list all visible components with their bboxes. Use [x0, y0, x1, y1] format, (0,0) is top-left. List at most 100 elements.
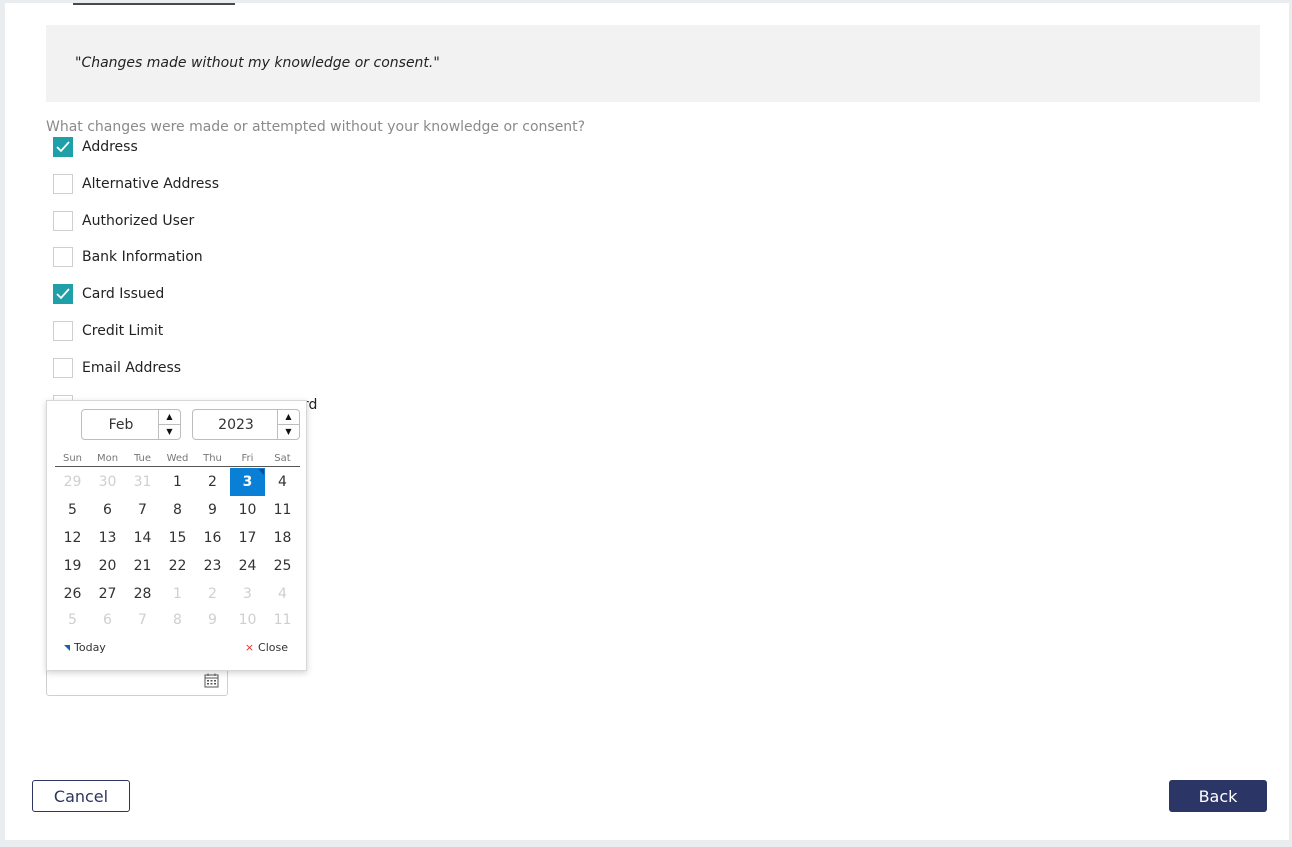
day-cell[interactable]: 4 [265, 580, 300, 608]
day-cell[interactable]: 30 [90, 468, 125, 496]
day-cell[interactable]: 10 [230, 608, 265, 632]
year-down-icon[interactable]: ▼ [278, 425, 299, 440]
day-cell[interactable]: 3 [230, 468, 265, 496]
day-cell[interactable]: 13 [90, 524, 125, 552]
day-cell[interactable]: 4 [265, 468, 300, 496]
week-row: 29 30 31 1 2 3 4 [55, 468, 300, 496]
close-label: Close [258, 641, 288, 654]
close-button[interactable]: × Close [245, 641, 288, 654]
day-cell[interactable]: 20 [90, 552, 125, 580]
day-cell[interactable]: 7 [125, 496, 160, 524]
day-cell[interactable]: 26 [55, 580, 90, 608]
day-cell[interactable]: 10 [230, 496, 265, 524]
calendar-icon[interactable] [204, 673, 219, 692]
day-cell[interactable]: 24 [230, 552, 265, 580]
day-cell[interactable]: 8 [160, 496, 195, 524]
checkbox[interactable] [53, 284, 73, 304]
year-spinner[interactable]: 2023 ▲ ▼ [192, 409, 300, 440]
checkbox[interactable] [53, 137, 73, 157]
checkbox[interactable] [53, 174, 73, 194]
day-cell[interactable]: 14 [125, 524, 160, 552]
day-cell[interactable]: 11 [265, 496, 300, 524]
tab-indicator [73, 3, 235, 5]
datepicker-popup: Feb ▲ ▼ 2023 ▲ ▼ Sun Mon Tue Wed Thu Fri Sat 2… [46, 400, 307, 671]
day-cell[interactable]: 8 [160, 608, 195, 632]
weekday-label: Fri [241, 453, 254, 464]
week-row: 19 20 21 22 23 24 25 [55, 552, 300, 580]
option-email-address[interactable]: Email Address [53, 357, 181, 379]
day-cell[interactable]: 27 [90, 580, 125, 608]
day-cell[interactable]: 5 [55, 496, 90, 524]
day-cell[interactable]: 19 [55, 552, 90, 580]
day-cell[interactable]: 18 [265, 524, 300, 552]
checkbox[interactable] [53, 247, 73, 267]
weekday-label: Thu [203, 453, 222, 464]
checkbox[interactable] [53, 358, 73, 378]
option-label: Alternative Address [82, 176, 220, 192]
cancel-button[interactable]: Cancel [32, 780, 130, 812]
day-cell[interactable]: 12 [55, 524, 90, 552]
today-button[interactable]: Today [64, 641, 106, 654]
day-cell[interactable]: 6 [90, 608, 125, 632]
day-cell[interactable]: 9 [195, 496, 230, 524]
month-spinner[interactable]: Feb ▲ ▼ [81, 409, 181, 440]
day-cell[interactable]: 16 [195, 524, 230, 552]
day-cell[interactable]: 1 [160, 468, 195, 496]
today-marker-icon [64, 644, 70, 651]
day-cell[interactable]: 5 [55, 608, 90, 632]
day-cell[interactable]: 9 [195, 608, 230, 632]
option-authorized-user[interactable]: Authorized User [53, 210, 194, 232]
option-label: Bank Information [82, 249, 203, 265]
day-cell[interactable]: 1 [160, 580, 195, 608]
weekday-label: Tue [133, 453, 152, 464]
year-arrows: ▲ ▼ [277, 410, 299, 439]
option-label: Email Address [82, 360, 182, 376]
option-label: Authorized User [82, 213, 195, 229]
day-cell[interactable]: 17 [230, 524, 265, 552]
day-cell[interactable]: 28 [125, 580, 160, 608]
checkbox[interactable] [53, 211, 73, 231]
check-icon [56, 141, 70, 153]
option-address[interactable]: Address [53, 136, 138, 158]
day-cell[interactable]: 22 [160, 552, 195, 580]
day-cell[interactable]: 31 [125, 468, 160, 496]
day-cell[interactable]: 6 [90, 496, 125, 524]
option-label: Card Issued [82, 286, 165, 302]
day-cell[interactable]: 2 [195, 468, 230, 496]
weekday-label: Wed [166, 453, 189, 464]
day-cell[interactable]: 23 [195, 552, 230, 580]
option-card-issued[interactable]: Card Issued [53, 283, 164, 305]
day-cell[interactable]: 25 [265, 552, 300, 580]
day-cell[interactable]: 15 [160, 524, 195, 552]
weekday-label: Mon [96, 453, 119, 464]
week-row: 26 27 28 1 2 3 4 [55, 580, 300, 608]
day-cell[interactable]: 29 [55, 468, 90, 496]
day-cell[interactable]: 3 [230, 580, 265, 608]
checkbox[interactable] [53, 321, 73, 341]
check-icon [56, 288, 70, 300]
back-button[interactable]: Back [1169, 780, 1267, 812]
month-arrows: ▲ ▼ [158, 410, 180, 439]
close-icon: × [244, 641, 255, 654]
weekday-label: Sun [62, 453, 83, 464]
week-row: 5 6 7 8 9 10 11 [55, 496, 300, 524]
day-cell[interactable]: 2 [195, 580, 230, 608]
month-up-icon[interactable]: ▲ [159, 410, 180, 425]
day-cell[interactable]: 11 [265, 608, 300, 632]
week-row: 5 6 7 8 9 10 11 [55, 608, 300, 632]
today-label: Today [74, 641, 106, 654]
weekday-header: Sun Mon Tue Wed Thu Fri Sat [55, 453, 300, 467]
option-bank-information[interactable]: Bank Information [53, 246, 203, 268]
option-credit-limit[interactable]: Credit Limit [53, 320, 163, 342]
day-cell[interactable]: 21 [125, 552, 160, 580]
day-grid: 29 30 31 1 2 3 4 5 6 7 8 9 10 11 12 13 14 15 16 17 18 19 20 21 2… [55, 468, 300, 632]
option-alternative-address[interactable]: Alternative Address [53, 173, 219, 195]
month-down-icon[interactable]: ▼ [159, 425, 180, 440]
week-row: 12 13 14 15 16 17 18 [55, 524, 300, 552]
question-label: What changes were made or attempted with… [46, 119, 586, 135]
year-up-icon[interactable]: ▲ [278, 410, 299, 425]
option-label: Address [82, 139, 138, 155]
day-cell[interactable]: 7 [125, 608, 160, 632]
month-value: Feb [108, 416, 134, 433]
page-frame: "Changes made without my knowledge or co… [5, 3, 1289, 840]
